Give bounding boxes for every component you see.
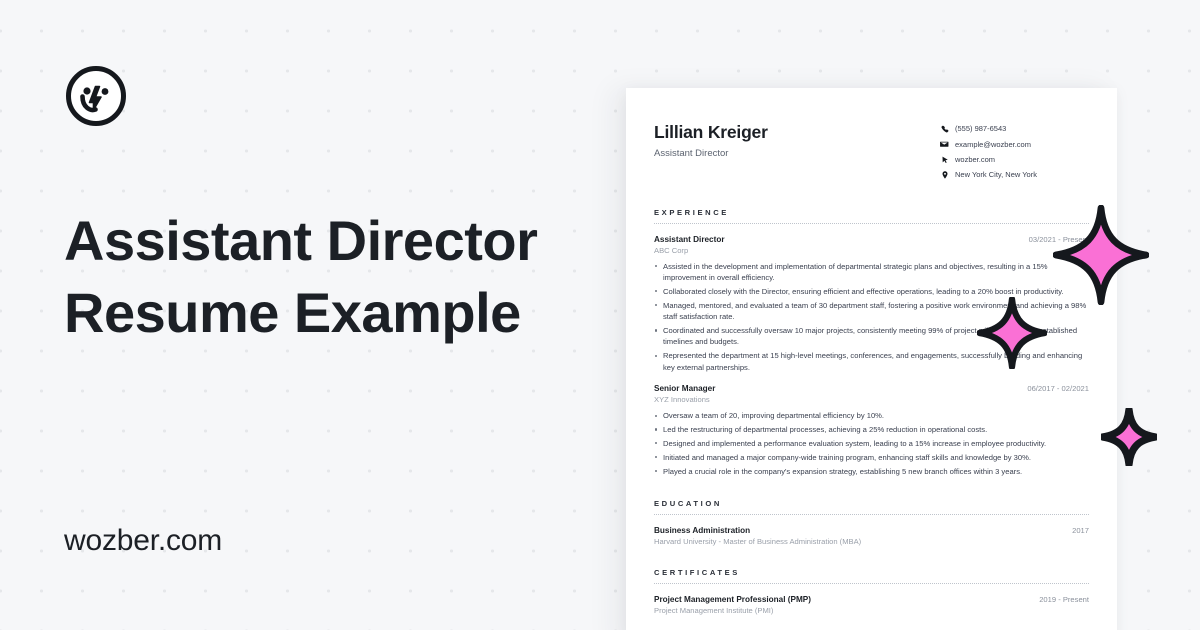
entry-bullet: Represented the department at 15 high-le… — [654, 350, 1089, 373]
candidate-job-title: Assistant Director — [654, 148, 729, 159]
contact-row: example@wozber.com — [939, 140, 1089, 149]
entry-date: 2019 - Present — [1039, 594, 1089, 604]
page-title: Assistant Director Resume Example — [64, 209, 538, 344]
site-url[interactable]: wozber.com — [64, 524, 222, 558]
contact-value: (555) 987-6543 — [955, 124, 1007, 134]
contact-list: (555) 987-6543 example@wozber.com wozber.c… — [939, 125, 1089, 186]
resume-preview-card[interactable]: Lillian Kreiger Assistant Director (555)… — [626, 88, 1117, 630]
entry-bullet: Initiated and managed a major company-wi… — [654, 452, 1089, 463]
entry-organization: XYZ Innovations — [654, 395, 710, 405]
entry-header: Project Management Professional (PMP) 201… — [654, 595, 1089, 604]
candidate-identity: Lillian Kreiger Assistant Director — [654, 122, 768, 159]
page-canvas: Assistant Director Resume Example wozber… — [0, 0, 1200, 630]
contact-row: (555) 987-6543 — [939, 125, 1089, 133]
cursor-icon — [939, 156, 950, 164]
section-divider — [654, 582, 1089, 584]
resume-section: EDUCATION Business Administration 2017 Harv… — [654, 499, 1089, 546]
entry-header: Senior Manager 06/2017 - 02/2021 — [654, 384, 1089, 393]
resume-entry: Project Management Professional (PMP) 201… — [654, 595, 1089, 615]
entry-role: Assistant Director — [654, 234, 725, 244]
resume-entry: Senior Manager 06/2017 - 02/2021 XYZ Innov… — [654, 384, 1089, 477]
entry-bullet: Led the restructuring of departmental pr… — [654, 424, 1089, 435]
resume-header: Lillian Kreiger Assistant Director (555)… — [654, 122, 1089, 186]
entry-bullet: Collaborated closely with the Director, … — [654, 286, 1089, 297]
section-divider — [654, 513, 1089, 515]
promo-panel: Assistant Director Resume Example wozber… — [0, 0, 620, 630]
entry-organization: Project Management Institute (PMI) — [654, 605, 774, 615]
entry-date: 03/2021 - Present — [1028, 234, 1089, 244]
section-heading: EDUCATION — [654, 498, 722, 508]
entry-bullet-list: Assisted in the development and implemen… — [654, 261, 1089, 374]
entry-date: 2017 — [1072, 525, 1089, 535]
entry-header: Assistant Director 03/2021 - Present — [654, 235, 1089, 244]
phone-icon — [939, 125, 950, 133]
contact-value: New York City, New York — [955, 169, 1037, 179]
entry-role: Project Management Professional (PMP) — [654, 594, 811, 604]
entry-organization: Harvard University - Master of Business … — [654, 536, 862, 546]
entry-header: Business Administration 2017 — [654, 526, 1089, 535]
resume-entry: Assistant Director 03/2021 - Present ABC C… — [654, 235, 1089, 374]
section-divider — [654, 222, 1089, 224]
entry-bullet: Played a crucial role in the company's e… — [654, 466, 1089, 477]
contact-value: wozber.com — [955, 154, 996, 164]
envelope-icon — [939, 140, 950, 149]
resume-content: Lillian Kreiger Assistant Director (555)… — [626, 88, 1117, 615]
entry-role: Business Administration — [654, 525, 751, 535]
section-heading: EXPERIENCE — [654, 207, 729, 217]
resume-section: CERTIFICATES Project Management Professio… — [654, 568, 1089, 615]
contact-value: example@wozber.com — [955, 139, 1031, 149]
entry-role: Senior Manager — [654, 384, 716, 394]
wozber-smiley-logo[interactable] — [64, 64, 128, 128]
resume-section: EXPERIENCE Assistant Director 03/2021 - Pr… — [654, 208, 1089, 477]
candidate-name: Lillian Kreiger — [654, 122, 768, 142]
entry-bullet: Oversaw a team of 20, improving departme… — [654, 410, 1089, 421]
contact-row: New York City, New York — [939, 171, 1089, 179]
entry-date: 06/2017 - 02/2021 — [1027, 384, 1089, 394]
entry-bullet: Designed and implemented a performance e… — [654, 438, 1089, 449]
contact-row: wozber.com — [939, 156, 1089, 164]
entry-bullet-list: Oversaw a team of 20, improving departme… — [654, 410, 1089, 477]
section-heading: CERTIFICATES — [654, 567, 740, 577]
entry-organization: ABC Corp — [654, 245, 689, 255]
resume-sections: EXPERIENCE Assistant Director 03/2021 - Pr… — [654, 208, 1089, 615]
entry-bullet: Assisted in the development and implemen… — [654, 261, 1089, 284]
entry-bullet: Managed, mentored, and evaluated a team … — [654, 300, 1089, 323]
entry-bullet: Coordinated and successfully oversaw 10 … — [654, 325, 1089, 348]
location-pin-icon — [939, 170, 950, 179]
resume-entry: Business Administration 2017 Harvard Unive… — [654, 526, 1089, 546]
